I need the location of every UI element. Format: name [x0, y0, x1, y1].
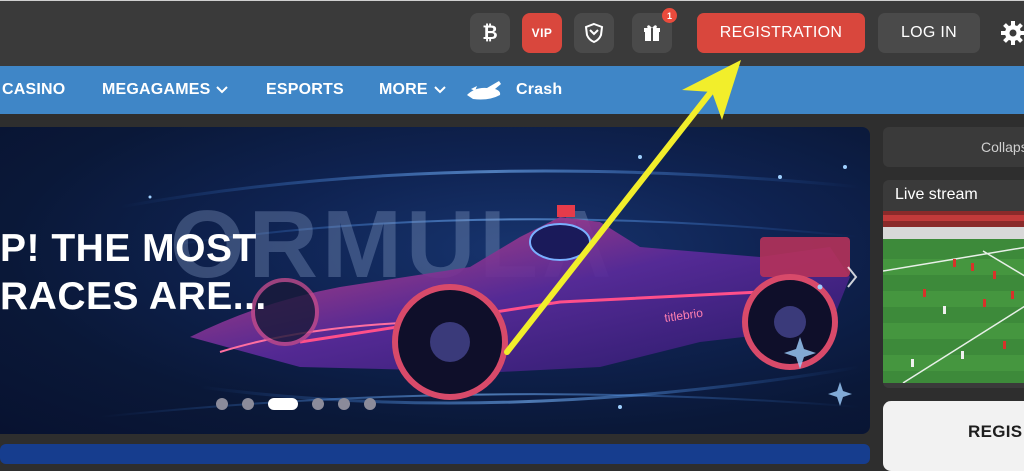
nav-item-label: ESPORTS — [266, 81, 344, 98]
chevron-down-icon — [216, 86, 229, 94]
nav-item-label: MEGAGAMES — [102, 81, 211, 98]
shield-icon[interactable] — [574, 13, 614, 53]
nav-item-esports[interactable]: ESPORTS — [266, 66, 344, 114]
carousel-dot[interactable] — [338, 398, 350, 410]
live-stream-video[interactable] — [883, 211, 1024, 383]
nav-item-casino[interactable]: CASINO — [2, 66, 65, 114]
carousel-dot[interactable] — [364, 398, 376, 410]
carousel-dot[interactable] — [312, 398, 324, 410]
nav-item-megagames[interactable]: MEGAGAMES — [102, 66, 229, 114]
top-header: ₿ VIP 1 REGISTRATION LOG IN — [0, 0, 1024, 66]
promo-banner[interactable]: ORMULA titlebrio P! THE MOST RACES ARE..… — [0, 127, 870, 434]
carousel-dot[interactable] — [216, 398, 228, 410]
banner-line-1: P! THE MOST — [0, 227, 257, 270]
collapse-label: Collaps — [981, 139, 1024, 155]
vip-icon[interactable]: VIP — [522, 13, 562, 53]
nav-item-more[interactable]: MORE — [379, 66, 446, 114]
registration-card-label: REGIS — [968, 422, 1023, 441]
gift-icon[interactable]: 1 — [632, 8, 677, 53]
football-pitch-image — [883, 211, 1024, 383]
gear-icon[interactable] — [1001, 21, 1024, 45]
main-nav: CASINO MEGAGAMES ESPORTS MORE Crash — [0, 66, 1024, 114]
nav-item-crash[interactable]: Crash — [465, 66, 562, 114]
nav-item-label: MORE — [379, 81, 428, 98]
carousel-dot-active[interactable] — [268, 398, 298, 410]
registration-button[interactable]: REGISTRATION — [697, 13, 865, 53]
login-button[interactable]: LOG IN — [878, 13, 980, 53]
banner-line-2: RACES ARE... — [0, 275, 267, 318]
banner-headline: P! THE MOST RACES ARE... — [0, 225, 267, 321]
chevron-down-icon — [434, 86, 446, 94]
crash-plane-icon — [467, 81, 501, 100]
vip-label: VIP — [531, 26, 553, 40]
collapse-toggle[interactable]: Collaps — [883, 127, 1024, 167]
carousel-dot[interactable] — [242, 398, 254, 410]
carousel-dots — [216, 398, 390, 410]
bitcoin-icon[interactable]: ₿ — [470, 13, 510, 53]
secondary-banner-strip — [0, 444, 870, 464]
live-stream-title: Live stream — [895, 186, 978, 203]
live-stream-card: Live stream — [883, 180, 1024, 388]
nav-item-label: Crash — [516, 81, 563, 98]
svg-text:₿: ₿ — [482, 23, 497, 44]
notification-badge: 1 — [662, 8, 677, 23]
nav-item-label: CASINO — [2, 81, 66, 98]
